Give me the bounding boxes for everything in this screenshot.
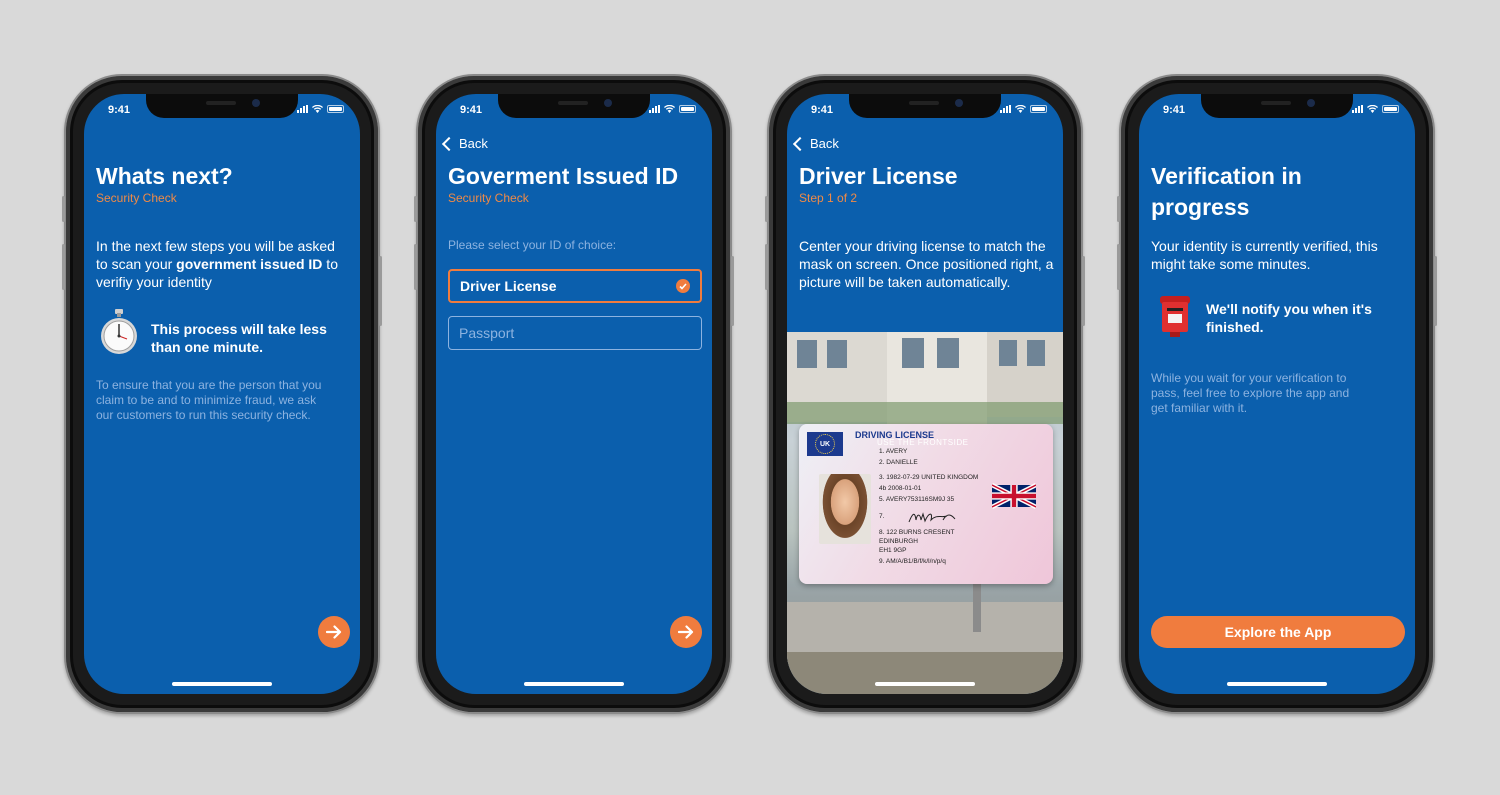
battery-icon	[1030, 105, 1047, 113]
status-time: 9:41	[1163, 104, 1186, 116]
status-icons	[1000, 105, 1047, 113]
license-field: 9. AM/A/B1/B/f/k/l/n/p/q	[879, 558, 946, 565]
phone-frame: 9:41 Back Goverment Issued ID Security C…	[414, 74, 734, 714]
home-indicator[interactable]	[1227, 682, 1327, 686]
option-label: Driver License	[460, 278, 557, 294]
signal-icon	[649, 105, 660, 113]
back-button[interactable]: Back	[441, 136, 488, 151]
status-time: 9:41	[108, 104, 131, 116]
license-field: 3. 1982-07-29 UNITED KINGDOM	[879, 474, 979, 481]
back-button[interactable]: Back	[792, 136, 839, 151]
eu-flag-icon: UK	[807, 432, 843, 456]
volume-up-button	[414, 244, 417, 290]
wifi-icon	[664, 105, 675, 113]
home-indicator[interactable]	[875, 682, 975, 686]
battery-icon	[327, 105, 344, 113]
signal-icon	[1352, 105, 1363, 113]
license-field: EH1 9GP	[879, 547, 907, 554]
next-button[interactable]	[318, 616, 350, 648]
page-title: Goverment Issued ID	[448, 163, 679, 189]
battery-icon	[679, 105, 696, 113]
wifi-icon	[1367, 105, 1378, 113]
chevron-left-icon	[441, 136, 457, 151]
page-subtitle: Step 1 of 2	[799, 191, 858, 205]
option-passport[interactable]: Passport	[448, 316, 702, 350]
camera-viewfinder: UK DRIVING LICENSE USE THE FRONTSIDE 1. …	[787, 332, 1063, 694]
volume-up-button	[62, 244, 65, 290]
phone-frame: 9:41 Verification in progress Your ident…	[1117, 74, 1437, 714]
mute-switch	[414, 196, 417, 222]
license-country: UK	[819, 440, 831, 448]
uk-flag-icon	[992, 483, 1036, 509]
stopwatch-icon	[98, 309, 140, 355]
street	[787, 652, 1063, 694]
notify-message: We'll notify you when it's finished.	[1206, 301, 1372, 335]
option-driver-license[interactable]: Driver License	[448, 269, 702, 303]
scan-instructions: Center your driving license to match the…	[799, 238, 1054, 290]
home-indicator[interactable]	[524, 682, 624, 686]
notch	[146, 94, 298, 118]
back-label: Back	[810, 136, 839, 151]
notch	[498, 94, 650, 118]
signature-icon	[908, 512, 956, 523]
mute-switch	[62, 196, 65, 222]
page-subtitle: Security Check	[448, 191, 529, 205]
license-field: 4b 2008-01-01	[879, 485, 922, 492]
license-field: 2. DANIELLE	[879, 459, 918, 466]
license-fields: 1. AVERY 2. DANIELLE 3. 1982-07-29 UNITE…	[879, 446, 978, 567]
phone-frame: 9:41 Back Driver License Step 1 of 2 Cen…	[765, 74, 1085, 714]
screen-whats-next: 9:41 Whats next? Security Check In the n…	[84, 94, 360, 694]
wifi-icon	[1015, 105, 1026, 113]
hedge	[787, 402, 1063, 424]
fraud-note: To ensure that you are the person that y…	[96, 378, 322, 422]
mute-switch	[1117, 196, 1120, 222]
volume-up-button	[1117, 244, 1120, 290]
volume-up-button	[765, 244, 768, 290]
license-field: 5. AVERY753116SM9J 35	[879, 496, 955, 503]
signal-icon	[297, 105, 308, 113]
power-button	[1434, 256, 1437, 326]
page-subtitle: Security Check	[96, 191, 177, 205]
license-card: UK DRIVING LICENSE USE THE FRONTSIDE 1. …	[799, 424, 1053, 584]
checkmark-icon	[676, 279, 690, 293]
chevron-left-icon	[792, 136, 808, 151]
arrow-right-icon	[678, 625, 694, 639]
power-button	[1082, 256, 1085, 326]
battery-icon	[1382, 105, 1399, 113]
explore-app-button[interactable]: Explore the App	[1151, 616, 1405, 648]
signal-icon	[1000, 105, 1011, 113]
option-label: Passport	[459, 325, 515, 341]
page-title: Verification in progress	[1151, 163, 1302, 220]
phone-frame: 9:41 Whats next? Security Check In the n…	[62, 74, 382, 714]
status-icons	[1352, 105, 1399, 113]
status-time: 9:41	[811, 104, 834, 116]
status-icons	[297, 105, 344, 113]
screen-government-id: 9:41 Back Goverment Issued ID Security C…	[436, 94, 712, 694]
id-select-prompt: Please select your ID of choice:	[448, 238, 617, 252]
intro-text: In the next few steps you will be asked …	[96, 238, 338, 290]
verification-status: Your identity is currently verified, thi…	[1151, 238, 1378, 272]
license-field: 1. AVERY	[879, 448, 908, 455]
power-button	[379, 256, 382, 326]
screen-driver-license-scan: 9:41 Back Driver License Step 1 of 2 Cen…	[787, 94, 1063, 694]
mute-switch	[765, 196, 768, 222]
home-indicator[interactable]	[172, 682, 272, 686]
notch	[1201, 94, 1353, 118]
status-icons	[649, 105, 696, 113]
page-title: Driver License	[799, 163, 958, 189]
back-label: Back	[459, 136, 488, 151]
wifi-icon	[312, 105, 323, 113]
screen-verification-progress: 9:41 Verification in progress Your ident…	[1139, 94, 1415, 694]
postbox-icon	[1157, 294, 1193, 338]
explore-note: While you wait for your verification to …	[1151, 371, 1350, 415]
arrow-right-icon	[326, 625, 342, 639]
page-title: Whats next?	[96, 163, 233, 189]
duration-highlight: This process will take less than one min…	[151, 321, 327, 355]
power-button	[731, 256, 734, 326]
next-button[interactable]	[670, 616, 702, 648]
status-time: 9:41	[460, 104, 483, 116]
license-photo	[819, 474, 871, 544]
notch	[849, 94, 1001, 118]
